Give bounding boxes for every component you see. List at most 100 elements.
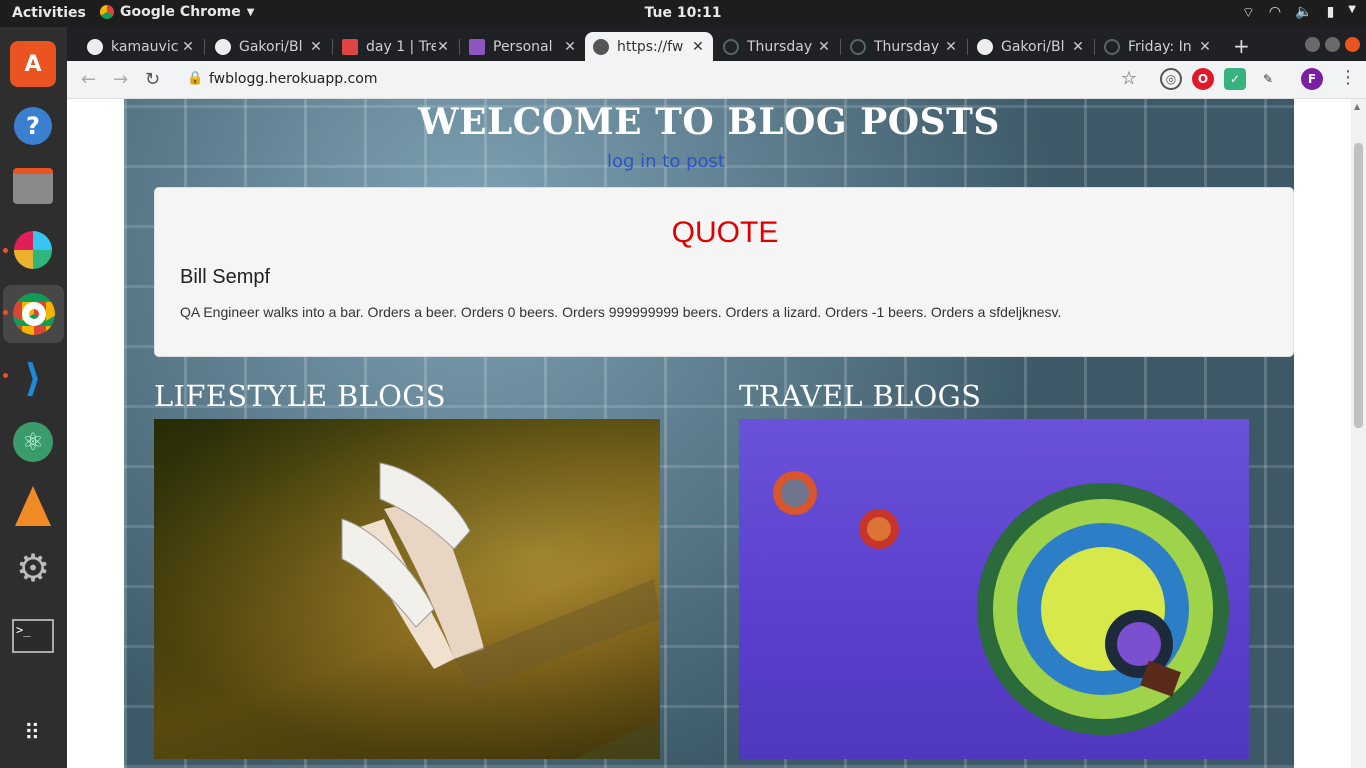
back-button[interactable]: ← xyxy=(81,69,96,90)
tab-6[interactable]: Thursday ✕ xyxy=(715,32,839,61)
quote-author: Bill Sempf xyxy=(180,266,271,288)
scrollbar-thumb[interactable] xyxy=(1354,143,1363,428)
tab-separator xyxy=(840,39,841,55)
tab-separator xyxy=(967,39,968,55)
network-icon: ⌔ xyxy=(1241,5,1255,21)
browser-toolbar: ← → ↻ 🔒 fwblogg.herokuapp.com ☆ ◎ O ✓ ✎ … xyxy=(67,61,1366,99)
battery-icon: ▮ xyxy=(1326,4,1335,20)
tab-separator xyxy=(1094,39,1095,55)
tab-2[interactable]: Gakori/Bl ✕ xyxy=(207,32,331,61)
help-icon[interactable]: ? xyxy=(10,103,56,149)
travel-heading: TRAVEL BLOGS xyxy=(739,379,982,413)
url-text: fwblogg.herokuapp.com xyxy=(209,71,378,87)
tab-separator xyxy=(332,39,333,55)
tab-7[interactable]: Thursday ✕ xyxy=(842,32,966,61)
close-icon[interactable]: ✕ xyxy=(436,39,450,55)
tab-label: https://fw xyxy=(617,38,684,55)
lifestyle-heading: LIFESTYLE BLOGS xyxy=(154,379,446,413)
tab-label: Personal xyxy=(493,38,553,55)
tab-label: Thursday xyxy=(874,38,940,55)
hot-air-balloons-illustration xyxy=(773,471,1229,735)
reload-button[interactable]: ↻ xyxy=(145,69,160,90)
dock: A ? ⟩ ⚛ ⚙ >_ ⠿ xyxy=(0,27,67,768)
running-indicator xyxy=(3,310,8,315)
tab-3[interactable]: day 1 | Tre ✕ xyxy=(334,32,458,61)
tab-strip: kamauvic ✕ Gakori/Bl ✕ day 1 | Tre ✕ Person… xyxy=(67,27,1366,61)
running-indicator xyxy=(3,248,8,253)
terminal-icon[interactable]: >_ xyxy=(10,613,56,659)
quote-text: QA Engineer walks into a bar. Orders a b… xyxy=(180,304,1062,320)
opera-extension-icon[interactable]: O xyxy=(1192,68,1214,90)
tab-label: kamauvic xyxy=(111,38,179,55)
new-tab-button[interactable]: + xyxy=(1233,34,1250,58)
login-link[interactable]: log in to post xyxy=(124,151,1208,172)
github-icon xyxy=(215,38,231,55)
close-icon[interactable]: ✕ xyxy=(309,39,323,55)
loading-icon xyxy=(723,38,739,55)
chrome-icon[interactable] xyxy=(3,285,64,343)
tab-5-active[interactable]: https://fw ✕ xyxy=(585,32,713,61)
scroll-up-icon[interactable]: ▲ xyxy=(1354,102,1360,111)
tab-4[interactable]: Personal ✕ xyxy=(461,32,585,61)
running-indicator xyxy=(3,373,8,378)
close-icon[interactable]: ✕ xyxy=(563,39,577,55)
loading-icon xyxy=(850,38,866,55)
trello-icon xyxy=(342,38,358,55)
settings-icon[interactable]: ⚙ xyxy=(10,545,56,591)
globe-icon xyxy=(593,38,609,55)
close-icon[interactable]: ✕ xyxy=(691,39,705,55)
tab-1[interactable]: kamauvic ✕ xyxy=(79,32,203,61)
close-icon[interactable]: ✕ xyxy=(1071,39,1085,55)
lifestyle-image[interactable] xyxy=(154,419,660,759)
tab-label: day 1 | Tre xyxy=(366,38,436,55)
system-tray[interactable]: ⌔ ◠ 🔈 ▮ ▼ xyxy=(1242,4,1356,22)
close-icon[interactable]: ✕ xyxy=(181,39,195,55)
system-top-bar: Activities Google Chrome ▼ Tue 10:11 ⌔ ◠… xyxy=(0,0,1366,27)
wifi-icon: ◠ xyxy=(1268,4,1282,20)
address-bar[interactable]: 🔒 fwblogg.herokuapp.com ☆ xyxy=(175,65,1145,94)
vscode-icon[interactable]: ⟩ xyxy=(10,355,56,401)
sneakers-illustration xyxy=(341,462,660,759)
shield-icon[interactable]: ✓ xyxy=(1224,68,1246,90)
forward-button[interactable]: → xyxy=(113,69,128,90)
tab-separator xyxy=(459,39,460,55)
page-title: WELCOME TO BLOG POSTS xyxy=(418,101,1000,143)
chevron-down-icon: ▼ xyxy=(1348,4,1356,15)
quote-card: QUOTE Bill Sempf QA Engineer walks into … xyxy=(154,187,1294,357)
app-grid-icon[interactable]: ⠿ xyxy=(10,711,56,757)
heroku-icon xyxy=(469,38,485,55)
loading-icon xyxy=(1104,38,1120,55)
tab-label: Gakori/Bl xyxy=(239,38,303,55)
tab-9[interactable]: Friday: In ✕ xyxy=(1096,32,1220,61)
close-icon[interactable]: ✕ xyxy=(817,39,831,55)
github-icon xyxy=(87,38,103,55)
extension-icon[interactable]: ◎ xyxy=(1160,68,1182,90)
page-scrollbar[interactable]: ▲ xyxy=(1351,99,1366,768)
maximize-button[interactable] xyxy=(1325,37,1340,52)
software-center-icon[interactable]: A xyxy=(10,41,56,87)
atom-icon[interactable]: ⚛ xyxy=(10,419,56,465)
tab-8[interactable]: Gakori/Bl ✕ xyxy=(969,32,1093,61)
profile-avatar[interactable]: F xyxy=(1301,68,1323,90)
tab-separator xyxy=(204,39,205,55)
files-icon[interactable] xyxy=(10,163,56,209)
minimize-button[interactable] xyxy=(1305,37,1320,52)
eyedropper-icon[interactable]: ✎ xyxy=(1257,68,1279,90)
clock[interactable]: Tue 10:11 xyxy=(0,5,1366,21)
vlc-icon[interactable] xyxy=(10,483,56,529)
lock-icon: 🔒 xyxy=(187,71,204,86)
menu-icon[interactable]: ⋮ xyxy=(1339,67,1357,88)
close-window-button[interactable] xyxy=(1345,37,1360,52)
close-icon[interactable]: ✕ xyxy=(1198,39,1212,55)
bookmark-star-icon[interactable]: ☆ xyxy=(1121,68,1137,89)
travel-image[interactable] xyxy=(739,419,1249,759)
tab-label: Gakori/Bl xyxy=(1001,38,1065,55)
quote-heading: QUOTE xyxy=(671,216,779,249)
page-viewport: WELCOME TO BLOG POSTS log in to post QUO… xyxy=(67,99,1366,768)
close-icon[interactable]: ✕ xyxy=(944,39,958,55)
browser-window: kamauvic ✕ Gakori/Bl ✕ day 1 | Tre ✕ Person… xyxy=(67,27,1366,768)
site-body: WELCOME TO BLOG POSTS log in to post QUO… xyxy=(124,99,1294,768)
tab-label: Friday: In xyxy=(1128,38,1192,55)
github-icon xyxy=(977,38,993,55)
slack-icon[interactable] xyxy=(10,227,56,273)
